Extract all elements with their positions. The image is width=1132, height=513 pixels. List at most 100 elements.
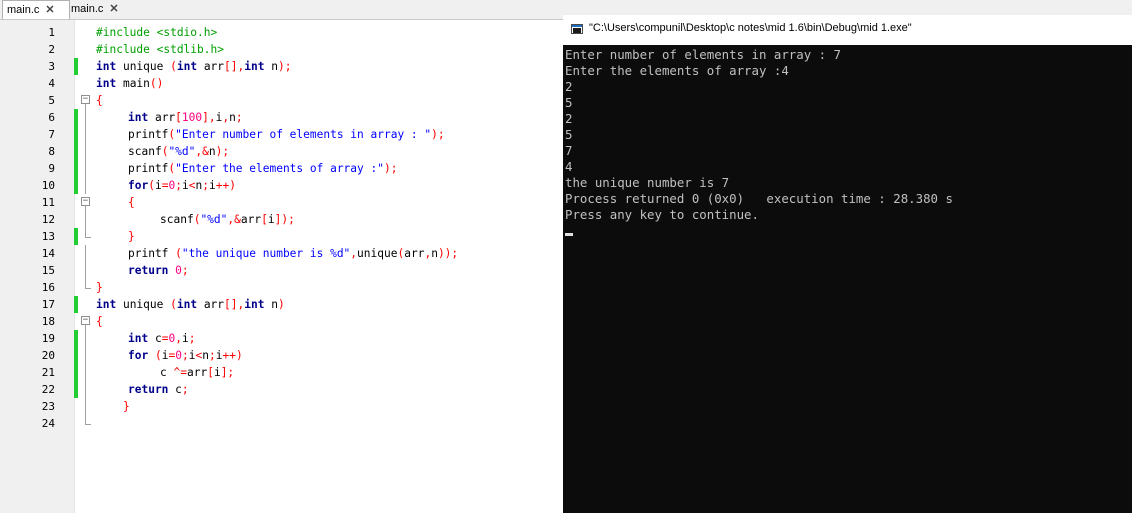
code-line[interactable]: 5 −{ <box>0 92 563 109</box>
code-token: n <box>202 349 209 362</box>
code-token: main <box>116 77 150 90</box>
code-line[interactable]: 4 int main() <box>0 75 563 92</box>
code-area[interactable]: 1 #include <stdio.h> 2 #include <stdlib.h> 3… <box>0 20 563 513</box>
code-line[interactable]: 22 return c; <box>0 381 563 398</box>
tab-main-c[interactable]: main.c ✕ <box>67 0 133 18</box>
fold-guide <box>85 279 86 288</box>
code-text: int unique (int arr[],int n); <box>96 58 291 75</box>
code-text: { <box>96 313 103 330</box>
code-text: int c=0,i; <box>128 330 195 347</box>
fold-guide <box>85 262 86 279</box>
code-line[interactable]: 17 int unique (int arr[],int n) <box>0 296 563 313</box>
fold-toggle-icon[interactable]: − <box>81 197 90 206</box>
code-line[interactable]: 14 printf ("the unique number is %d",uniq… <box>0 245 563 262</box>
code-line[interactable]: 8 scanf("%d",&n); <box>0 143 563 160</box>
code-line[interactable]: 19 int c=0,i; <box>0 330 563 347</box>
code-token: } <box>128 230 135 243</box>
code-token: , <box>175 332 182 345</box>
console-title-bar[interactable]: "C:\Users\compunil\Desktop\c notes\mid 1… <box>563 15 1132 45</box>
fold-guide <box>85 415 86 424</box>
close-icon[interactable]: ✕ <box>45 1 54 19</box>
code-line[interactable]: 21 c ^=arr[i]; <box>0 364 563 381</box>
console-line: 5 <box>565 95 573 110</box>
fold-toggle-icon[interactable]: − <box>81 316 90 325</box>
code-line[interactable]: 20 for (i=0;i<n;i++) <box>0 347 563 364</box>
code-token: ++) <box>222 349 243 362</box>
console-line: 7 <box>565 143 573 158</box>
change-marker <box>74 296 78 313</box>
line-number: 13 <box>41 230 55 243</box>
code-line[interactable]: 9 printf("Enter the elements of array :")… <box>0 160 563 177</box>
line-number: 5 <box>48 94 55 107</box>
code-editor[interactable]: main.c ✕ main.c ✕ 1 #include <stdio.h> 2 #inc… <box>0 0 563 513</box>
change-marker <box>74 143 78 160</box>
code-token: arr <box>240 213 262 226</box>
line-number: 24 <box>41 417 55 430</box>
line-number: 19 <box>41 332 55 345</box>
code-line[interactable]: 13} <box>0 228 563 245</box>
change-marker <box>74 160 78 177</box>
code-line[interactable]: 16} <box>0 279 563 296</box>
editor-tab-bar: main.c ✕ main.c ✕ <box>0 0 563 20</box>
line-number: 18 <box>41 315 55 328</box>
code-token: int <box>244 60 265 73</box>
code-line[interactable]: 7 printf("Enter number of elements in arr… <box>0 126 563 143</box>
code-line[interactable]: 10 for(i=0;i<n;i++) <box>0 177 563 194</box>
console-window[interactable]: "C:\Users\compunil\Desktop\c notes\mid 1… <box>563 15 1132 513</box>
code-text: } <box>96 279 103 296</box>
fold-guide <box>85 347 86 364</box>
code-text: scanf("%d",&n); <box>128 143 229 160</box>
code-token: 100 <box>181 111 203 124</box>
code-token: n <box>229 111 236 124</box>
code-line[interactable]: 2 #include <stdlib.h> <box>0 41 563 58</box>
line-number: 21 <box>41 366 55 379</box>
code-text: { <box>128 194 135 211</box>
code-token: printf <box>128 247 176 260</box>
code-text: for(i=0;i<n;i++) <box>128 177 236 194</box>
code-line[interactable]: 3 int unique (int arr[],int n); <box>0 58 563 75</box>
console-line: 4 <box>565 159 573 174</box>
code-line[interactable]: 6 int arr[100],i,n; <box>0 109 563 126</box>
fold-guide <box>85 177 86 194</box>
code-line[interactable]: 23 } <box>0 398 563 415</box>
code-line[interactable]: 18 −{ <box>0 313 563 330</box>
fold-guide <box>85 109 86 126</box>
code-text: scanf("%d",&arr[i]); <box>160 211 295 228</box>
code-line[interactable]: 1 #include <stdio.h> <box>0 24 563 41</box>
code-token: arr <box>186 366 208 379</box>
code-token: return <box>128 383 169 396</box>
fold-toggle-icon[interactable]: − <box>81 95 90 104</box>
console-line: 2 <box>565 111 573 126</box>
code-line[interactable]: 24 <box>0 415 563 432</box>
code-token: int <box>128 111 149 124</box>
code-token: #include <stdio.h> <box>96 26 218 39</box>
code-token: [ <box>207 366 214 379</box>
code-line[interactable]: 15 return 0; <box>0 262 563 279</box>
code-token: int <box>176 60 198 73</box>
code-token: ); <box>277 60 292 73</box>
code-token: ) <box>277 298 285 311</box>
code-line[interactable]: 11 − { <box>0 194 563 211</box>
tab-main-c-active[interactable]: main.c ✕ <box>2 0 70 19</box>
fold-guide <box>85 228 86 237</box>
code-token: } <box>96 281 103 294</box>
code-token: [ <box>175 111 182 124</box>
close-icon[interactable]: ✕ <box>109 0 118 18</box>
fold-guide <box>85 160 86 177</box>
code-token: ,& <box>195 145 209 158</box>
code-token: c <box>160 366 174 379</box>
code-token: #include <stdlib.h> <box>96 43 224 56</box>
code-token: ( <box>170 298 177 311</box>
code-token: ++) <box>215 179 236 192</box>
code-token: [], <box>224 60 245 73</box>
code-token: ( <box>175 247 182 260</box>
tab-label: main.c <box>7 4 40 16</box>
code-text: int unique (int arr[],int n) <box>96 296 285 313</box>
code-token: scanf <box>128 145 162 158</box>
change-marker <box>74 347 78 364</box>
code-line[interactable]: 12 scanf("%d",&arr[i]); <box>0 211 563 228</box>
code-token: c <box>148 332 162 345</box>
fold-end-marker <box>85 424 91 425</box>
code-text: return c; <box>128 381 189 398</box>
line-number: 2 <box>48 43 55 56</box>
